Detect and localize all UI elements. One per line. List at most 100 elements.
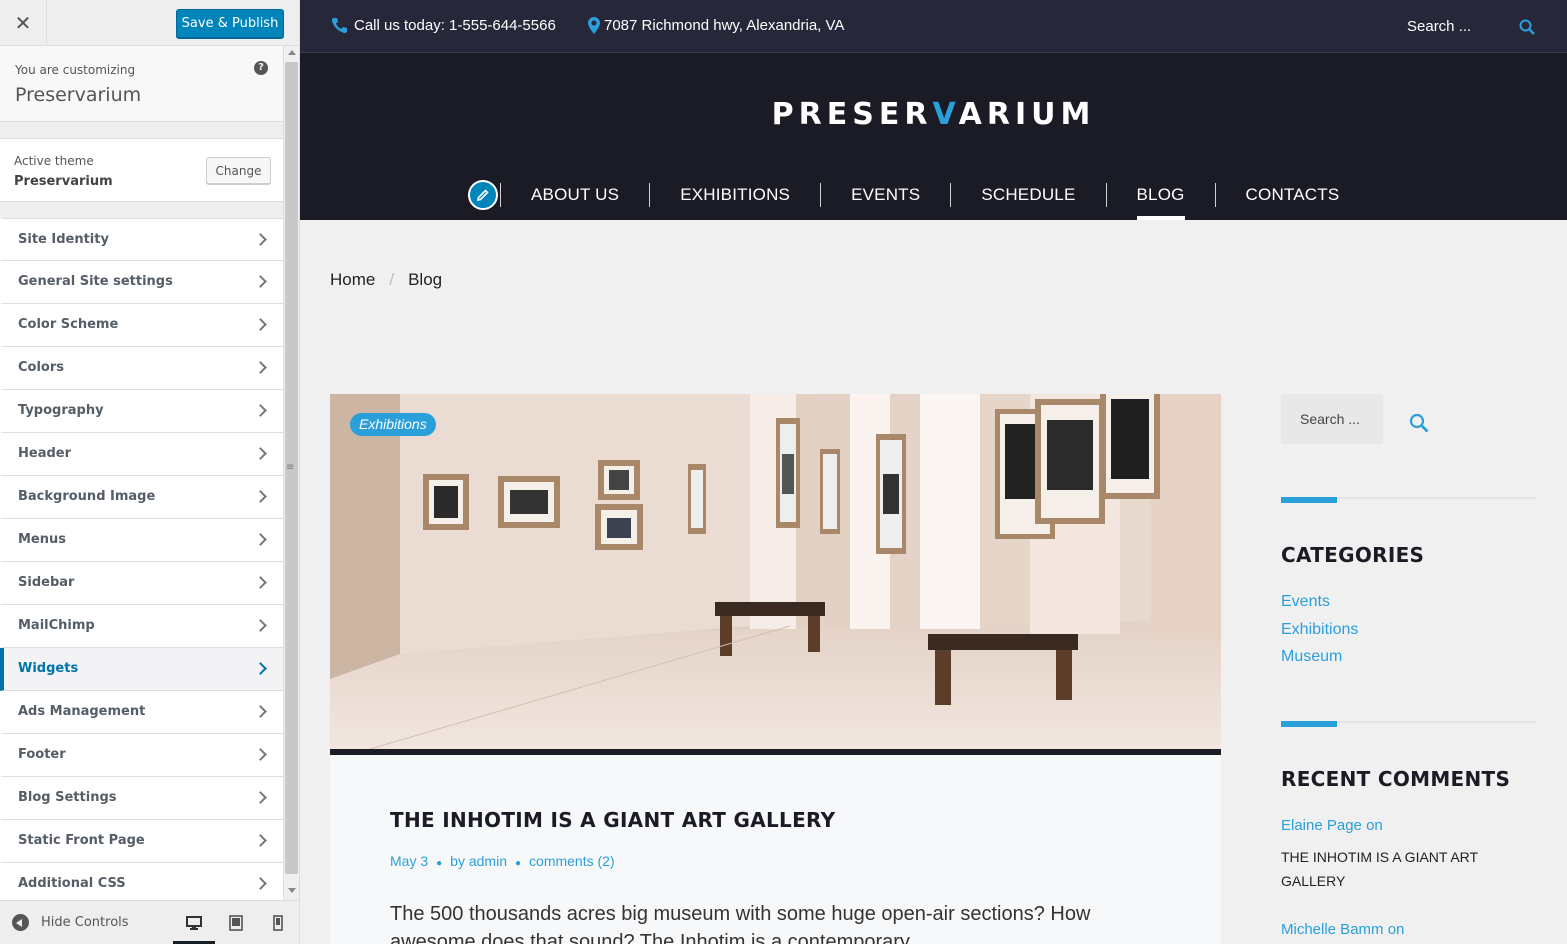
customizer-section-widgets[interactable]: Widgets — [0, 648, 283, 691]
chevron-right-icon — [254, 361, 267, 374]
section-label: Color Scheme — [18, 317, 119, 332]
category-link[interactable]: Exhibitions — [1281, 621, 1358, 639]
customizer-section-site-identity[interactable]: Site Identity — [0, 218, 283, 261]
customizer-section-header[interactable]: Header — [0, 433, 283, 476]
chevron-right-icon — [254, 619, 267, 632]
section-label: Ads Management — [18, 704, 146, 719]
section-label: Site Identity — [18, 232, 109, 247]
customizer-section-menus[interactable]: Menus — [0, 519, 283, 562]
section-label: Header — [18, 446, 72, 461]
chevron-right-icon — [254, 275, 267, 288]
post-featured-image[interactable]: Exhibitions — [330, 394, 1221, 749]
customizer-section-background-image[interactable]: Background Image — [0, 476, 283, 519]
blog-post-card: Exhibitions THE INHOTIM IS A GIANT ART G… — [330, 394, 1221, 944]
widget-search-placeholder: Search ... — [1300, 411, 1360, 427]
help-icon[interactable]: ? — [254, 61, 268, 75]
active-theme-panel: Active theme Preservarium Change — [0, 138, 283, 202]
meta-dot: ● — [436, 858, 443, 869]
customizer-section-additional-css[interactable]: Additional CSS — [0, 863, 283, 902]
post-author[interactable]: by admin — [450, 853, 507, 869]
chevron-right-icon — [254, 318, 267, 331]
breadcrumb: Home / Blog — [330, 270, 442, 290]
location-pin-icon — [588, 17, 600, 34]
customizer-section-mailchimp[interactable]: MailChimp — [0, 605, 283, 648]
close-customizer-button[interactable]: ✕ — [0, 0, 47, 46]
site-header: PRESERVARIUM ABOUT US EXHIBITIONS EVENTS SC… — [300, 53, 1567, 220]
gallery-photo-image — [330, 394, 1221, 749]
preview-tablet-button[interactable] — [215, 911, 257, 944]
hide-controls-button[interactable]: Hide Controls — [12, 914, 129, 931]
post-comments-link[interactable]: comments (2) — [529, 853, 615, 869]
customizer-sidebar: ✕ Save & Publish You are customizing Pre… — [0, 0, 300, 944]
customizer-section-ads-management[interactable]: Ads Management — [0, 691, 283, 734]
close-icon: ✕ — [14, 11, 32, 35]
customizing-info: You are customizing Preservarium ? — [0, 46, 283, 122]
nav-item-events[interactable]: EVENTS — [821, 175, 950, 215]
preview-mobile-button[interactable] — [257, 911, 299, 944]
site-logo[interactable]: PRESERVARIUM — [300, 97, 1567, 132]
chevron-right-icon — [254, 748, 267, 761]
customizer-section-general-site-settings[interactable]: General Site settings — [0, 261, 283, 304]
edit-shortcut-button[interactable] — [468, 180, 498, 210]
nav-item-exhibitions[interactable]: EXHIBITIONS — [650, 175, 820, 215]
section-label: Colors — [18, 360, 65, 375]
customizer-section-footer[interactable]: Footer — [0, 734, 283, 777]
chevron-right-icon — [254, 834, 267, 847]
image-bottom-bar — [330, 749, 1221, 755]
logo-v-mark: V — [932, 97, 959, 132]
section-label: Background Image — [18, 489, 156, 504]
customizer-section-blog-settings[interactable]: Blog Settings — [0, 777, 283, 820]
hide-controls-label: Hide Controls — [41, 915, 129, 930]
widget-divider — [1281, 497, 1537, 503]
category-link[interactable]: Events — [1281, 593, 1330, 611]
section-label: General Site settings — [18, 274, 173, 289]
comment-author-link[interactable]: Elaine Page on — [1281, 817, 1383, 834]
widget-search-icon[interactable] — [1409, 413, 1429, 433]
preview-desktop-button[interactable] — [173, 911, 215, 944]
customizer-section-colors[interactable]: Colors — [0, 347, 283, 390]
save-publish-button[interactable]: Save & Publish — [176, 9, 284, 38]
customizer-section-static-front-page[interactable]: Static Front Page — [0, 820, 283, 863]
post-date[interactable]: May 3 — [390, 853, 428, 869]
category-link[interactable]: Museum — [1281, 648, 1342, 666]
post-title[interactable]: THE INHOTIM IS A GIANT ART GALLERY — [390, 808, 835, 832]
chevron-right-icon — [254, 877, 267, 890]
change-theme-button[interactable]: Change — [206, 157, 271, 184]
customizer-section-typography[interactable]: Typography — [0, 390, 283, 433]
section-label: MailChimp — [18, 618, 95, 633]
nav-item-about-us[interactable]: ABOUT US — [501, 175, 649, 215]
breadcrumb-home-link[interactable]: Home — [330, 270, 375, 289]
logo-text-part1: PRESER — [771, 97, 933, 132]
site-name: Preservarium — [15, 84, 142, 106]
comment-post-link[interactable]: THE INHOTIM IS A GIANT ART GALLERY — [1281, 845, 1531, 893]
post-category-badge[interactable]: Exhibitions — [350, 413, 436, 436]
post-excerpt: The 500 thousands acres big museum with … — [390, 903, 1091, 944]
nav-item-contacts[interactable]: CONTACTS — [1216, 175, 1370, 215]
mobile-icon — [273, 915, 283, 931]
chevron-right-icon — [254, 791, 267, 804]
comment-author-link[interactable]: Michelle Bamm on — [1281, 921, 1404, 938]
nav-item-schedule[interactable]: SCHEDULE — [951, 175, 1105, 215]
section-label: Sidebar — [18, 575, 75, 590]
customizer-section-color-scheme[interactable]: Color Scheme — [0, 304, 283, 347]
scroll-down-arrow-icon[interactable] — [288, 888, 296, 893]
breadcrumb-separator: / — [389, 270, 395, 289]
search-icon[interactable] — [1519, 19, 1535, 35]
resize-handle-icon[interactable]: ≡ — [286, 462, 294, 473]
address-text: 7087 Richmond hwy, Alexandria, VA — [604, 17, 845, 34]
top-search-input[interactable]: Search ... — [1407, 18, 1471, 35]
section-label: Footer — [18, 747, 66, 762]
customizer-panel[interactable]: You are customizing Preservarium ? Activ… — [0, 46, 283, 902]
top-info-bar: Call us today: 1-555-644-5566 7087 Richm… — [300, 0, 1567, 53]
divider-accent — [1281, 721, 1337, 727]
logo-text-part2: ARIUM — [958, 97, 1096, 132]
customizer-section-sidebar[interactable]: Sidebar — [0, 562, 283, 605]
nav-item-blog[interactable]: BLOG — [1107, 175, 1215, 220]
tablet-icon — [229, 915, 243, 931]
scroll-up-arrow-icon[interactable] — [288, 50, 296, 55]
chevron-right-icon — [254, 233, 267, 246]
divider-accent — [1281, 497, 1337, 503]
chevron-right-icon — [254, 576, 267, 589]
active-theme-label: Active theme — [14, 154, 94, 168]
widget-search-input[interactable]: Search ... — [1281, 394, 1383, 444]
